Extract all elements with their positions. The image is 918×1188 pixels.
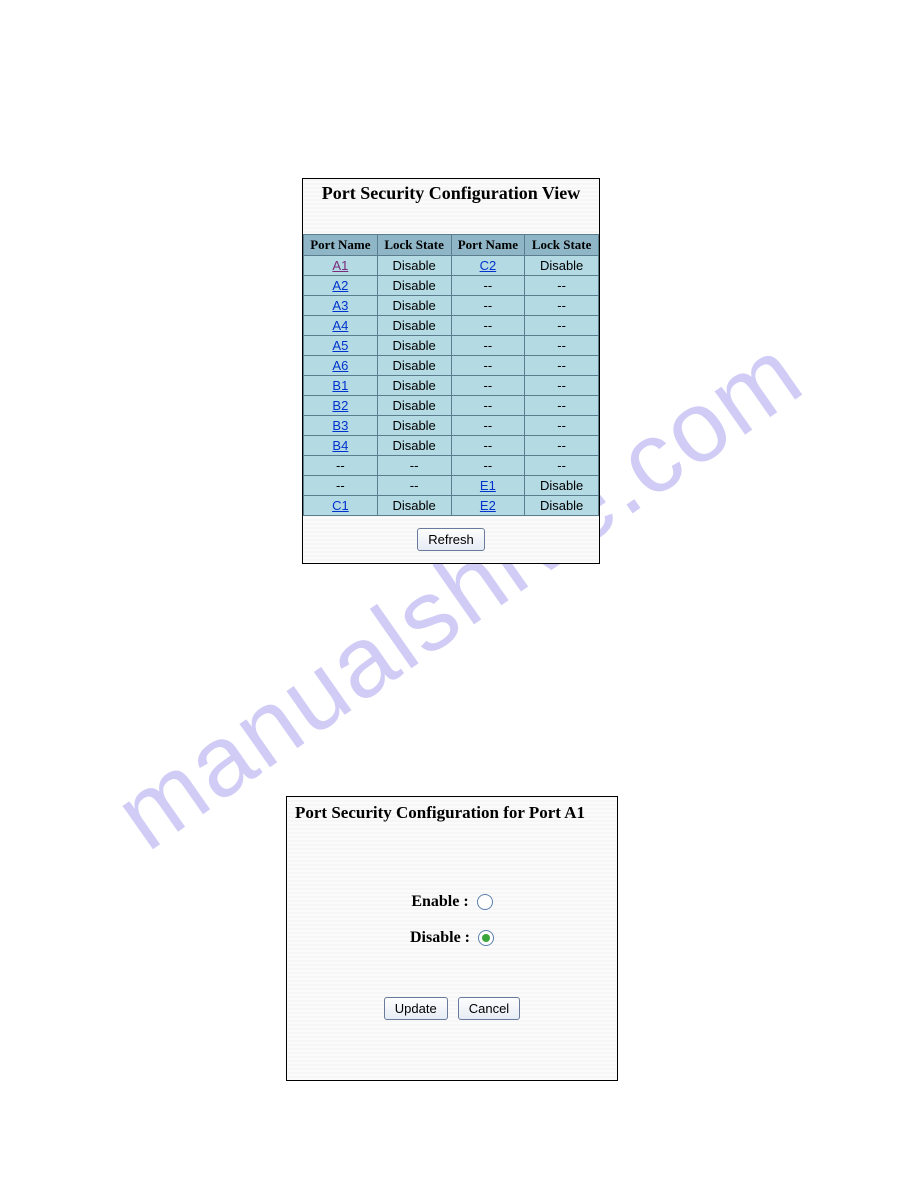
port-cell: --: [451, 276, 525, 296]
refresh-button[interactable]: Refresh: [417, 528, 485, 551]
lock-state-cell: --: [525, 396, 599, 416]
port-cell: --: [304, 456, 378, 476]
cancel-button[interactable]: Cancel: [458, 997, 520, 1020]
port-link[interactable]: B2: [332, 398, 348, 413]
port-cell: --: [451, 336, 525, 356]
port-security-config-panel: Port Security Configuration for Port A1 …: [286, 796, 618, 1081]
port-link[interactable]: A6: [332, 358, 348, 373]
port-link[interactable]: A4: [332, 318, 348, 333]
lock-state-cell: Disable: [377, 356, 451, 376]
port-security-view-panel: Port Security Configuration View Port Na…: [302, 178, 600, 564]
lock-state-cell: --: [525, 376, 599, 396]
col-port-name-1: Port Name: [304, 235, 378, 256]
table-row: --------: [304, 456, 599, 476]
lock-state-cell: Disable: [377, 416, 451, 436]
table-row: A2Disable----: [304, 276, 599, 296]
panel2-title: Port Security Configuration for Port A1: [287, 797, 617, 823]
port-cell: --: [304, 476, 378, 496]
table-row: A4Disable----: [304, 316, 599, 336]
port-cell: --: [451, 296, 525, 316]
port-link[interactable]: E2: [480, 498, 496, 513]
port-cell: --: [451, 396, 525, 416]
port-cell: --: [451, 356, 525, 376]
port-cell: --: [451, 436, 525, 456]
lock-state-cell: --: [525, 356, 599, 376]
port-cell: --: [451, 376, 525, 396]
enable-radio[interactable]: [477, 894, 493, 910]
port-security-table: Port Name Lock State Port Name Lock Stat…: [303, 234, 599, 516]
panel1-title: Port Security Configuration View: [303, 179, 599, 234]
disable-label: Disable :: [410, 929, 470, 946]
table-row: B4Disable----: [304, 436, 599, 456]
lock-state-cell: --: [525, 296, 599, 316]
lock-state-cell: Disable: [377, 336, 451, 356]
lock-state-cell: Disable: [525, 256, 599, 276]
table-row: A6Disable----: [304, 356, 599, 376]
port-link[interactable]: E1: [480, 478, 496, 493]
lock-state-cell: Disable: [377, 256, 451, 276]
lock-state-cell: --: [377, 456, 451, 476]
disable-radio[interactable]: [478, 930, 494, 946]
lock-state-cell: --: [525, 416, 599, 436]
lock-state-cell: Disable: [377, 436, 451, 456]
port-link[interactable]: C1: [332, 498, 349, 513]
lock-state-cell: Disable: [525, 496, 599, 516]
lock-state-cell: --: [525, 336, 599, 356]
lock-state-cell: Disable: [377, 376, 451, 396]
lock-state-cell: Disable: [377, 296, 451, 316]
table-row: B3Disable----: [304, 416, 599, 436]
table-row: ---- E1 Disable: [304, 476, 599, 496]
col-lock-state-1: Lock State: [377, 235, 451, 256]
lock-state-cell: Disable: [377, 396, 451, 416]
port-link[interactable]: B1: [332, 378, 348, 393]
lock-state-cell: Disable: [377, 276, 451, 296]
port-link[interactable]: A2: [332, 278, 348, 293]
port-link[interactable]: A3: [332, 298, 348, 313]
lock-state-cell: --: [525, 276, 599, 296]
port-cell: --: [451, 316, 525, 336]
table-row: A5Disable----: [304, 336, 599, 356]
lock-state-cell: Disable: [377, 496, 451, 516]
port-link[interactable]: A5: [332, 338, 348, 353]
col-port-name-2: Port Name: [451, 235, 525, 256]
table-row: B1Disable----: [304, 376, 599, 396]
col-lock-state-2: Lock State: [525, 235, 599, 256]
lock-state-cell: --: [377, 476, 451, 496]
lock-state-cell: --: [525, 316, 599, 336]
port-link[interactable]: A1: [332, 258, 348, 273]
lock-state-cell: Disable: [525, 476, 599, 496]
lock-state-cell: Disable: [377, 316, 451, 336]
port-link[interactable]: C2: [480, 258, 497, 273]
port-cell: --: [451, 416, 525, 436]
radio-selected-dot: [482, 934, 490, 942]
port-link[interactable]: B4: [332, 438, 348, 453]
port-link[interactable]: B3: [332, 418, 348, 433]
table-row: C1 Disable E2 Disable: [304, 496, 599, 516]
lock-state-cell: --: [525, 436, 599, 456]
enable-label: Enable :: [411, 893, 468, 910]
port-cell: --: [451, 456, 525, 476]
lock-state-cell: --: [525, 456, 599, 476]
table-row: B2Disable----: [304, 396, 599, 416]
update-button[interactable]: Update: [384, 997, 448, 1020]
table-row: A3Disable----: [304, 296, 599, 316]
table-row: A1 Disable C2 Disable: [304, 256, 599, 276]
